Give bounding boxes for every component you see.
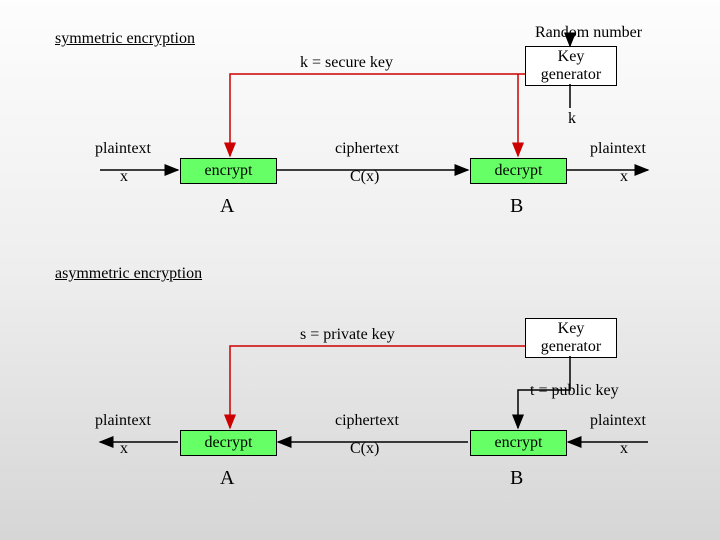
heading-asymmetric: asymmetric encryption (55, 265, 202, 283)
label-cx-sym: C(x) (350, 168, 379, 186)
label-random-number: Random number (535, 24, 642, 42)
label-k: k (568, 110, 576, 128)
label-cx-asym: C(x) (350, 440, 379, 458)
label-private-key: s = private key (300, 326, 395, 344)
label-B-asym: B (510, 467, 523, 490)
box-key-generator-sym: Key generator (525, 46, 617, 86)
label-B-sym: B (510, 195, 523, 218)
box-encrypt-asym: encrypt (470, 430, 567, 456)
heading-symmetric: symmetric encryption (55, 30, 195, 48)
box-encrypt-sym: encrypt (180, 158, 277, 184)
label-x-right-sym: x (620, 168, 628, 186)
label-ciphertext-asym: ciphertext (335, 412, 399, 430)
label-public-key: t = public key (530, 382, 619, 400)
box-decrypt-asym: decrypt (180, 430, 277, 456)
box-key-generator-asym: Key generator (525, 318, 617, 358)
box-decrypt-sym: decrypt (470, 158, 567, 184)
label-plaintext-right-sym: plaintext (590, 140, 646, 158)
label-plaintext-right-asym: plaintext (590, 412, 646, 430)
label-x-left-sym: x (120, 168, 128, 186)
label-plaintext-left-sym: plaintext (95, 140, 151, 158)
label-A-asym: A (220, 467, 234, 490)
label-x-right-asym: x (620, 440, 628, 458)
label-ciphertext-sym: ciphertext (335, 140, 399, 158)
label-plaintext-left-asym: plaintext (95, 412, 151, 430)
label-x-left-asym: x (120, 440, 128, 458)
label-secure-key: k = secure key (300, 54, 393, 72)
label-A-sym: A (220, 195, 234, 218)
